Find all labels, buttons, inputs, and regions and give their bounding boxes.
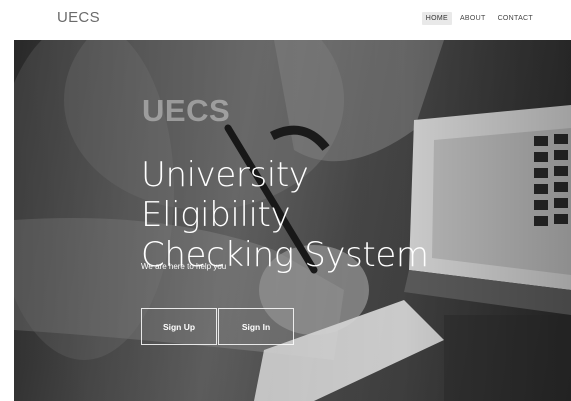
hero-tagline: We are here to help you xyxy=(141,262,227,271)
sign-up-button[interactable]: Sign Up xyxy=(141,308,217,345)
nav-link-contact[interactable]: CONTACT xyxy=(494,12,537,25)
hero-title: University Eligibility Checking System xyxy=(141,155,441,275)
brand-logo-link[interactable]: UECS xyxy=(57,9,100,26)
nav-link-about[interactable]: ABOUT xyxy=(456,12,490,25)
main-nav: HOME ABOUT CONTACT xyxy=(421,12,537,25)
top-navbar: UECS HOME ABOUT CONTACT xyxy=(0,0,571,40)
hero-logo-text: UECS xyxy=(142,93,231,128)
hero-title-line-1: University Eligibility xyxy=(141,155,309,235)
nav-link-home[interactable]: HOME xyxy=(421,12,452,25)
sign-in-button[interactable]: Sign In xyxy=(218,308,294,345)
hero-banner: UECS University Eligibility Checking Sys… xyxy=(14,40,571,401)
